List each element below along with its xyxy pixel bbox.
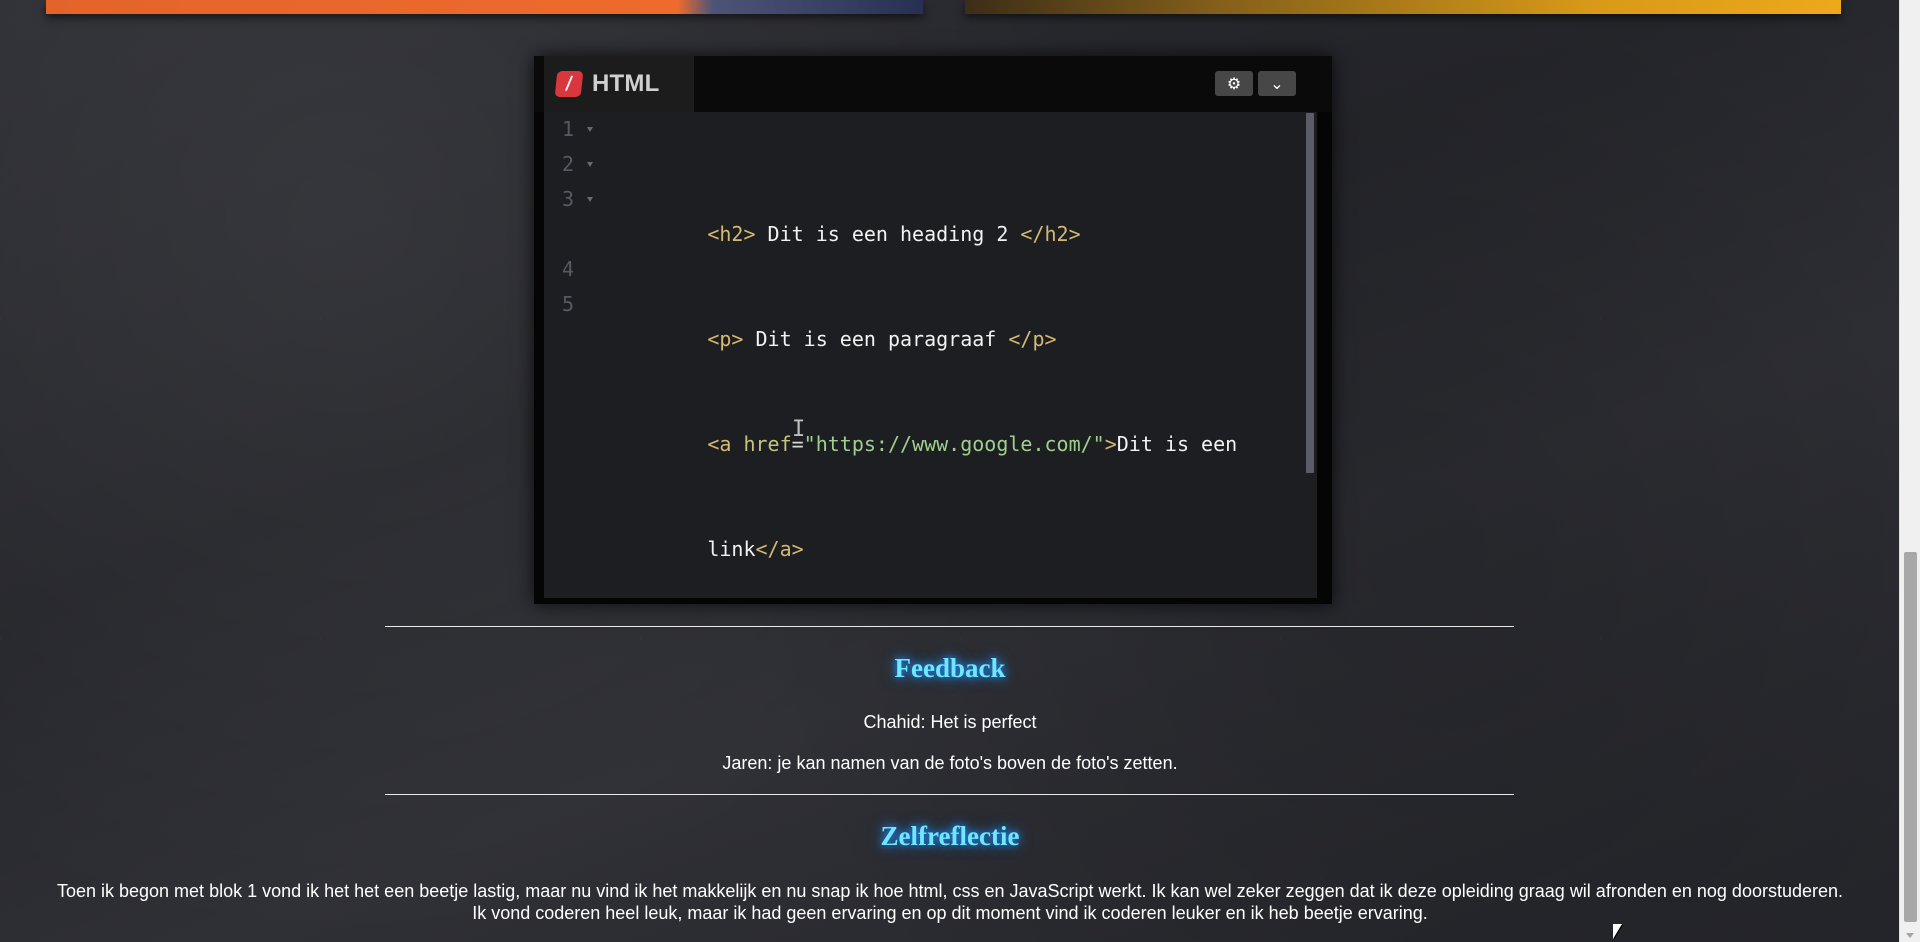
editor-collapse-button[interactable]: ⌄ [1258, 71, 1296, 96]
gallery-photo-right [965, 0, 1841, 14]
section-divider [385, 626, 1514, 627]
code-tag: </h2> [1020, 222, 1081, 246]
reflection-line: Toen ik begon met blok 1 vond ik het het… [56, 881, 1844, 901]
gallery-photo-left [46, 0, 923, 14]
code-tag: </p> [1008, 327, 1057, 351]
code-tag: <h2> [707, 222, 756, 246]
editor-settings-button[interactable]: ⚙ [1215, 71, 1253, 96]
html-tab[interactable]: / HTML [544, 56, 694, 112]
fold-arrow-icon[interactable] [587, 162, 593, 167]
reflection-heading: Zelfreflectie [880, 821, 1020, 851]
code-editor-embed[interactable]: / HTML ⚙ ⌄ 1 2 3 4 5 <h2> Dit is een hea… [534, 56, 1332, 604]
editor-scrollbar[interactable] [1306, 113, 1314, 473]
code-text: Dit is een paragraaf [743, 327, 1009, 351]
code-tag: </a> [755, 537, 804, 561]
fold-arrow-icon[interactable] [587, 127, 593, 132]
code-area[interactable]: 1 2 3 4 5 <h2> Dit is een heading 2 </h2… [544, 112, 1317, 598]
line-number: 2 [562, 152, 575, 176]
code-attribute-value: "https://www.google.com/" [803, 432, 1105, 456]
code-text: link [707, 537, 756, 561]
code-text: Dit is een heading 2 [755, 222, 1021, 246]
page-scrollbar[interactable] [1899, 0, 1920, 942]
code-tag: <p> [707, 327, 744, 351]
reflection-line: Ik vond coderen heel leuk, maar ik had g… [472, 903, 1428, 923]
section-divider [385, 794, 1514, 795]
html-logo-icon: / [554, 71, 584, 97]
code-line-wrapped: link</a> [611, 497, 1261, 561]
code-line: <a href="https://www.google.com/">Dit is… [611, 392, 1261, 456]
feedback-item: Jaren: je kan namen van de foto's boven … [722, 753, 1178, 773]
editor-header: / HTML ⚙ ⌄ [534, 56, 1332, 112]
mouse-pointer-icon [1613, 924, 1622, 939]
html-tab-label: HTML [592, 70, 660, 97]
code-content[interactable]: <h2> Dit is een heading 2 </h2> <p> Dit … [611, 112, 1261, 812]
line-number: 4 [562, 257, 575, 281]
chevron-down-icon: ⌄ [1270, 73, 1284, 93]
line-number: 1 [562, 117, 575, 141]
feedback-item: Chahid: Het is perfect [863, 712, 1037, 732]
empty-code-line [611, 602, 1261, 637]
fold-arrow-icon[interactable] [587, 197, 593, 202]
code-attribute-name: href [743, 432, 792, 456]
scroll-down-arrow-icon[interactable] [1906, 933, 1914, 938]
feedback-heading: Feedback [894, 653, 1006, 683]
line-number-gutter: 1 2 3 4 5 [544, 112, 600, 598]
reflection-paragraph: Toen ik begon met blok 1 vond ik het het… [0, 880, 1900, 924]
code-line: <p> Dit is een paragraaf </p> [611, 287, 1261, 351]
gear-icon: ⚙ [1226, 73, 1242, 93]
text-cursor-icon: I [792, 417, 806, 442]
line-number: 3 [562, 187, 575, 211]
code-tag: <a [707, 432, 744, 456]
code-text: Dit is een [1116, 432, 1238, 456]
code-tag: > [1104, 432, 1117, 456]
page-scrollbar-thumb[interactable] [1904, 552, 1917, 922]
code-line: <h2> Dit is een heading 2 </h2> [611, 182, 1261, 246]
line-number: 5 [562, 292, 575, 316]
